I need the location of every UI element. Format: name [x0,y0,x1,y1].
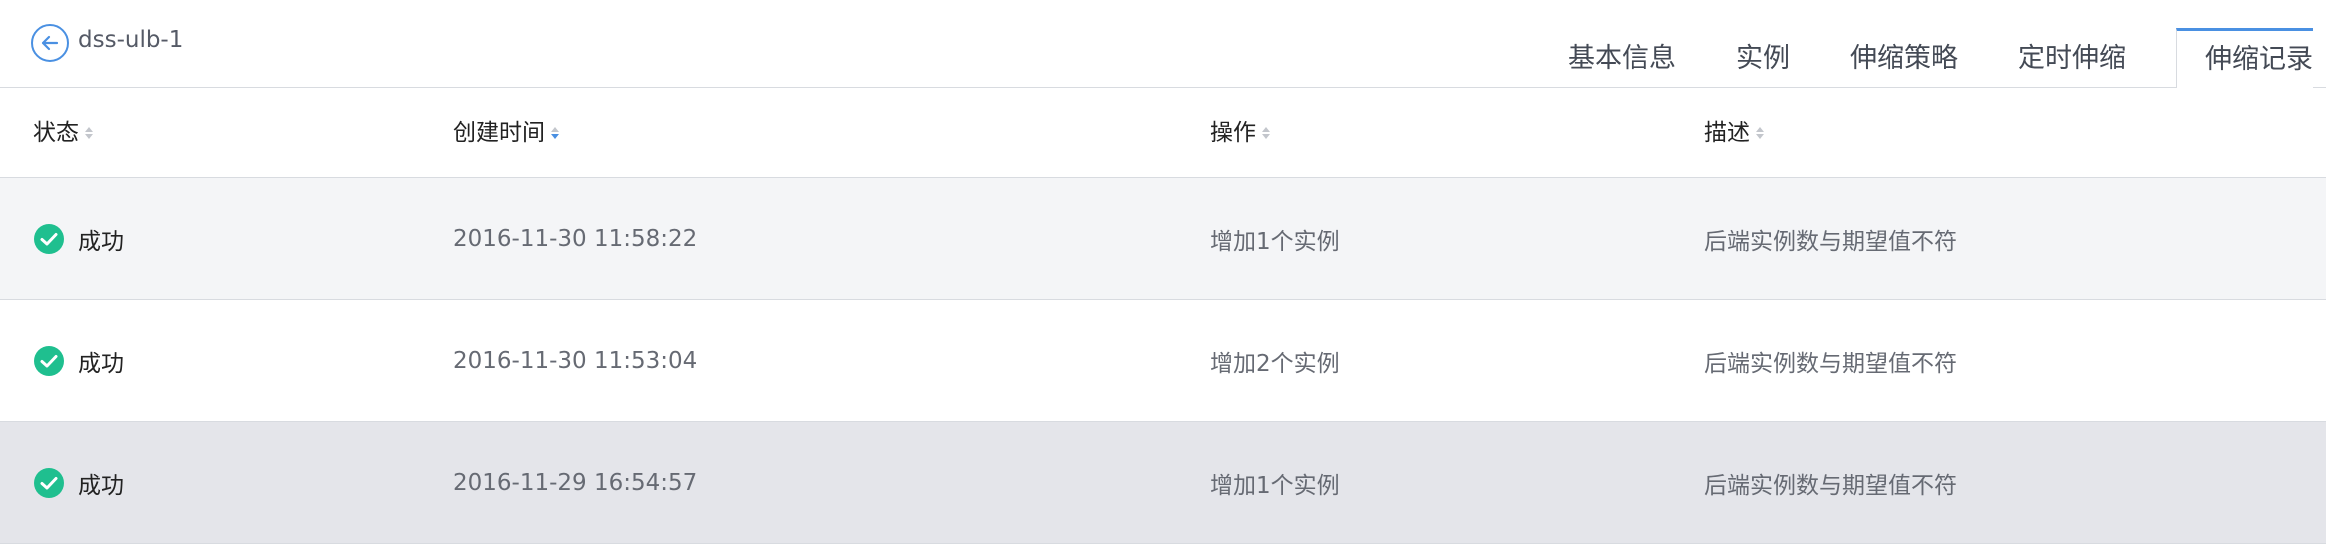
back-button[interactable]: dss-ulb-1 [30,23,183,63]
column-header-label: 操作 [1210,119,1256,146]
operation-cell: 增加2个实例 [1210,350,1340,377]
table-header: 状态 创建时间 操作 描述 [0,88,2326,178]
page-title: dss-ulb-1 [78,27,184,53]
status-cell: 成功 [33,300,124,421]
success-check-icon [34,467,64,498]
column-header-operation[interactable]: 操作 [1210,88,1272,177]
sort-descending-icon[interactable] [549,124,561,142]
tab-instances[interactable]: 实例 [1706,28,1820,87]
sort-icon[interactable] [83,124,95,142]
success-check-icon [34,345,64,376]
tab-scheduled-scaling[interactable]: 定时伸缩 [1988,28,2156,87]
created-time-cell: 2016-11-30 11:58:22 [453,225,698,252]
sort-icon[interactable] [1260,124,1272,142]
description-cell: 后端实例数与期望值不符 [1704,350,1957,377]
column-header-description[interactable]: 描述 [1704,88,1766,177]
operation-cell: 增加1个实例 [1210,228,1340,255]
tab-scaling-records[interactable]: 伸缩记录 [2176,28,2313,89]
status-cell: 成功 [33,178,124,299]
sort-icon[interactable] [1754,124,1766,142]
scaling-records-table: 状态 创建时间 操作 描述 成功 2016-11-30 11:58:22 增加1… [0,88,2326,544]
status-text: 成功 [78,472,124,499]
tab-basic-info[interactable]: 基本信息 [1540,28,1706,87]
status-text: 成功 [78,228,124,255]
column-header-created-time[interactable]: 创建时间 [453,88,561,177]
operation-cell: 增加1个实例 [1210,472,1340,499]
page-header: dss-ulb-1 基本信息 实例 伸缩策略 定时伸缩 伸缩记录 [0,0,2326,89]
table-row[interactable]: 成功 2016-11-29 16:54:57 增加1个实例 后端实例数与期望值不… [0,422,2326,544]
status-cell: 成功 [33,422,124,543]
column-header-label: 状态 [33,119,79,146]
table-row[interactable]: 成功 2016-11-30 11:58:22 增加1个实例 后端实例数与期望值不… [0,178,2326,300]
created-time-cell: 2016-11-30 11:53:04 [453,347,698,374]
success-check-icon [34,223,64,254]
column-header-label: 描述 [1704,119,1750,146]
arrow-left-circle-icon[interactable] [30,23,70,63]
tab-scaling-policy[interactable]: 伸缩策略 [1820,28,1988,87]
status-text: 成功 [78,350,124,377]
created-time-cell: 2016-11-29 16:54:57 [453,469,698,496]
description-cell: 后端实例数与期望值不符 [1704,228,1957,255]
column-header-label: 创建时间 [453,119,545,146]
table-row[interactable]: 成功 2016-11-30 11:53:04 增加2个实例 后端实例数与期望值不… [0,300,2326,422]
column-header-status[interactable]: 状态 [33,88,95,177]
description-cell: 后端实例数与期望值不符 [1704,472,1957,499]
tab-bar: 基本信息 实例 伸缩策略 定时伸缩 伸缩记录 [1540,28,2313,89]
